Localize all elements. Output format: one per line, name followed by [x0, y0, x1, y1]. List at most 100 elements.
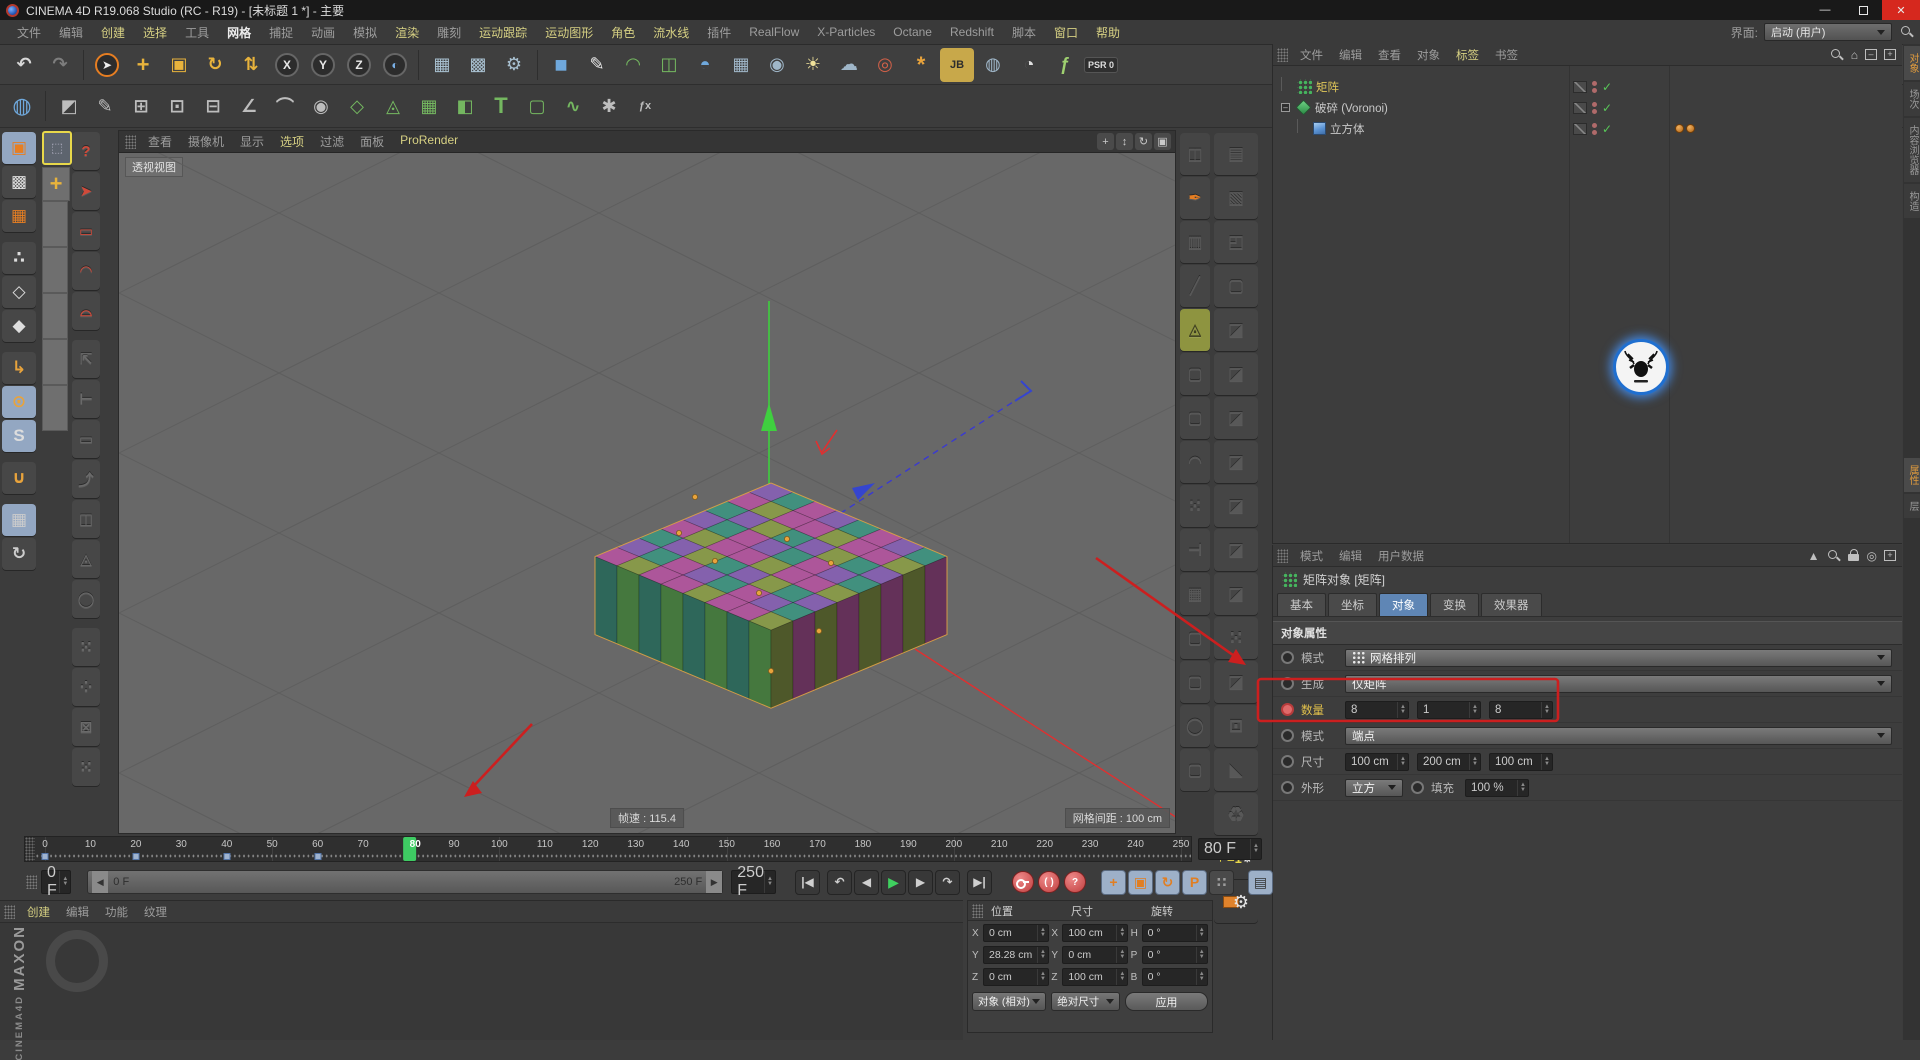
search-icon[interactable] [1827, 549, 1841, 563]
dot-snap-b-icon[interactable]: ⊡ [160, 89, 194, 123]
menu-创建[interactable]: 创建 [92, 24, 134, 41]
minimize-button[interactable]: — [1806, 0, 1844, 20]
bevel-cmd-icon[interactable]: ⤴ [72, 460, 100, 498]
add-camera-icon[interactable]: ◉ [760, 48, 794, 82]
value-field[interactable]: 8 ▲ ▼ [1345, 700, 1409, 719]
spinner-arrows-icon[interactable]: ▲ ▼ [1037, 947, 1048, 963]
polygons-mode-icon[interactable]: ◆ [2, 310, 36, 342]
undo-icon[interactable]: ↶ [7, 48, 41, 82]
connect-globe-icon[interactable]: ◍ [5, 89, 39, 123]
coordinate-mode-dropdown[interactable]: 对象 (相对) [972, 992, 1047, 1011]
target-icon[interactable]: ◎ [1867, 549, 1877, 563]
coord-field-旋转-H[interactable]: 0 ° ▲ ▼ [1141, 924, 1208, 942]
layer-slabs-icon[interactable]: ▧ [1214, 177, 1258, 219]
points-mode-icon[interactable]: ∴ [2, 242, 36, 274]
start-frame-field[interactable]: 0 F ▲ ▼ [41, 864, 72, 899]
arc-tool-icon[interactable]: ⌒ [268, 89, 302, 123]
fracture-b-icon[interactable]: ◪ [1214, 353, 1258, 395]
help-tool-icon[interactable]: ? [72, 132, 100, 170]
last-tools-icon[interactable]: ⇅ [234, 48, 268, 82]
om-menu-编辑[interactable]: 编辑 [1331, 47, 1370, 63]
menu-窗口[interactable]: 窗口 [1045, 24, 1087, 41]
am-menu-编辑[interactable]: 编辑 [1331, 548, 1370, 564]
zoom-view-icon[interactable]: ↕ [1116, 133, 1133, 150]
keyframe-marker[interactable] [314, 853, 322, 860]
cube-arrow-icon[interactable]: ◣ [1214, 749, 1258, 791]
spinner-arrows-icon[interactable]: ▲ ▼ [1469, 753, 1480, 770]
apply-button[interactable]: 应用 [1124, 992, 1208, 1011]
slice-icon[interactable]: ╱ [1180, 265, 1210, 307]
keying-presets-button[interactable]: ▤ [1248, 869, 1273, 895]
add-deformer-bend-icon[interactable]: ◓ [688, 48, 722, 82]
stack-cubes-icon[interactable]: ▤ [1214, 133, 1258, 175]
search-icon[interactable] [1900, 25, 1914, 39]
drag-grip[interactable] [972, 903, 983, 918]
add-sky-icon[interactable]: ☁ [832, 48, 866, 82]
expander-icon[interactable]: – [1281, 103, 1290, 112]
menu-渲染[interactable]: 渲染 [386, 24, 428, 41]
dropdown-外形[interactable]: 立方 [1345, 778, 1403, 797]
array-dots-c-icon[interactable]: ⁙ [72, 748, 100, 786]
timeline-slider[interactable]: ◀ 0 F 250 F ▶ [87, 870, 724, 894]
key-pla-button[interactable]: ∷ [1209, 869, 1234, 895]
keyframe-marker[interactable] [223, 853, 231, 860]
spinner-arrows-icon[interactable]: ▲ ▼ [1397, 701, 1408, 718]
array-cross-icon[interactable]: ⊠ [72, 708, 100, 746]
autokeying-button[interactable]: ( ) [1038, 871, 1060, 893]
tab-对象[interactable]: 对象 [1379, 593, 1428, 616]
timeline-ruler[interactable]: 0 10 20 30 40 50 60 70 80 90 100 110 120 130 140 150 160… [24, 836, 1192, 862]
menu-运动跟踪[interactable]: 运动跟踪 [470, 24, 536, 41]
texture-slot-icon[interactable] [1573, 80, 1587, 93]
align-workplane-icon[interactable]: ↻ [2, 538, 36, 570]
spinner-arrows-icon[interactable]: ▲ ▼ [1037, 925, 1048, 941]
slider-left-button[interactable]: ◀ [92, 871, 109, 893]
fracture-d-icon[interactable]: ◪ [1214, 441, 1258, 483]
pan-view-icon[interactable]: + [1097, 133, 1114, 150]
om-menu-对象[interactable]: 对象 [1409, 47, 1448, 63]
spinner-arrows-icon[interactable]: ▲ ▼ [1195, 969, 1207, 985]
rectangle-select-icon[interactable]: ▭ [72, 212, 100, 250]
am-menu-用户数据[interactable]: 用户数据 [1370, 548, 1432, 564]
rotate-tool-icon[interactable]: ↻ [198, 48, 232, 82]
menu-流水线[interactable]: 流水线 [644, 24, 698, 41]
add-primitive-cube-icon[interactable]: ■ [544, 48, 578, 82]
lasso-spline-icon[interactable]: ⌓ [72, 292, 100, 330]
keyframe-dot[interactable] [1281, 651, 1294, 664]
record-keyframe-button[interactable] [1012, 871, 1034, 893]
coord-field-尺寸-X[interactable]: 100 cm ▲ ▼ [1062, 924, 1129, 942]
key-rotation-button[interactable]: ↻ [1155, 869, 1180, 895]
dots-equal-icon[interactable]: ⁙ [1214, 617, 1258, 659]
drag-grip[interactable] [1277, 47, 1288, 62]
texture-slot-icon[interactable] [1573, 122, 1587, 135]
render-to-picture-viewer-icon[interactable]: ▩ [461, 48, 495, 82]
drag-grip[interactable] [4, 904, 15, 919]
enabled-check-icon[interactable]: ✓ [1602, 80, 1612, 94]
value-field[interactable]: 8 ▲ ▼ [1489, 700, 1553, 719]
coord-field-旋转-P[interactable]: 0 ° ▲ ▼ [1141, 946, 1208, 964]
spiral-tool-icon[interactable]: ∿ [556, 89, 590, 123]
interface-dropdown[interactable]: 启动 (用户) [1764, 23, 1892, 41]
viewport-solo-icon[interactable]: ⊙ [2, 386, 36, 418]
psr-zero-icon[interactable]: PSR 0 [1084, 48, 1118, 82]
keyframe-dot[interactable] [1281, 729, 1294, 742]
mesh-grid-icon[interactable]: ▦ [412, 89, 446, 123]
spinner-arrows-icon[interactable]: ▲ ▼ [1116, 947, 1127, 963]
prev-key-button[interactable]: ↶ [827, 869, 852, 895]
goto-start-button[interactable]: |◀ [795, 869, 820, 895]
clamp-icon[interactable]: ⊣ [1180, 529, 1210, 571]
keyframe-marker[interactable] [41, 853, 49, 860]
spinner-arrows-icon[interactable]: ▲ ▼ [1541, 701, 1552, 718]
bridge-cmd-icon[interactable]: ⊢ [72, 380, 100, 418]
wire-cone-icon[interactable]: ◯ [1180, 705, 1210, 747]
circle-tool-icon[interactable]: ◉ [304, 89, 338, 123]
extrude-cmd-icon[interactable]: ⇱ [72, 340, 100, 378]
dropdown-模式[interactable]: 网格排列 [1345, 648, 1892, 667]
drag-grip[interactable] [25, 837, 35, 861]
arrow-up-icon[interactable]: ▲ [1808, 549, 1820, 563]
plugin-jb-icon[interactable]: JB [940, 47, 974, 82]
viewport-menu-查看[interactable]: 查看 [140, 133, 180, 150]
coordinate-system-icon[interactable]: ◐ [378, 48, 412, 82]
menu-雕刻[interactable]: 雕刻 [428, 24, 470, 41]
add-modeling-array-icon[interactable]: ◫ [652, 48, 686, 82]
viewport-menu-选项[interactable]: 选项 [272, 133, 312, 150]
